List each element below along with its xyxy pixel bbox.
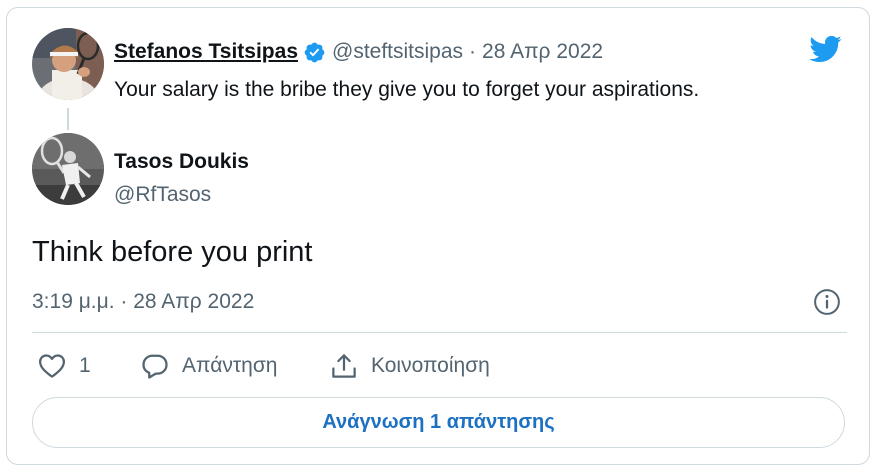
like-count: 1 [79,354,91,377]
quoted-author-name[interactable]: Stefanos Tsitsipas [114,40,298,64]
quoted-author-handle[interactable]: @steftsitsipas [332,40,463,64]
quoted-author-avatar[interactable] [32,28,104,100]
speech-bubble-icon [142,354,168,379]
verified-badge-icon [304,42,325,62]
share-label: Κοινοποίηση [371,354,490,377]
info-icon[interactable] [812,287,842,317]
like-button[interactable]: 1 [37,350,91,382]
tweet-timestamp[interactable]: 3:19 μ.μ. · 28 Απρ 2022 [32,290,254,314]
quoted-tweet-text: Your salary is the bribe they give you t… [114,78,700,101]
author-name[interactable]: Tasos Doukis [114,150,249,174]
thread-connector [67,108,69,130]
twitter-bird-icon[interactable] [808,32,842,66]
share-button[interactable]: Κοινοποίηση [329,350,490,382]
author-avatar[interactable] [32,133,104,205]
divider [32,332,847,333]
read-replies-button[interactable]: Ανάγνωση 1 απάντησης [32,397,845,448]
quoted-tweet-date[interactable]: 28 Απρ 2022 [482,40,603,64]
quoted-tweet-header: Stefanos Tsitsipas @steftsitsipas · 28 Α… [114,38,603,66]
reply-button[interactable]: Απάντηση [140,350,277,382]
tweet-embed-card: Stefanos Tsitsipas @steftsitsipas · 28 Α… [6,7,870,465]
reply-label: Απάντηση [182,354,278,377]
separator-dot: · [469,40,477,63]
heart-icon [39,354,65,378]
share-upload-icon [332,354,356,378]
author-handle[interactable]: @RfTasos [114,183,211,207]
tweet-text: Think before you print [32,236,313,268]
